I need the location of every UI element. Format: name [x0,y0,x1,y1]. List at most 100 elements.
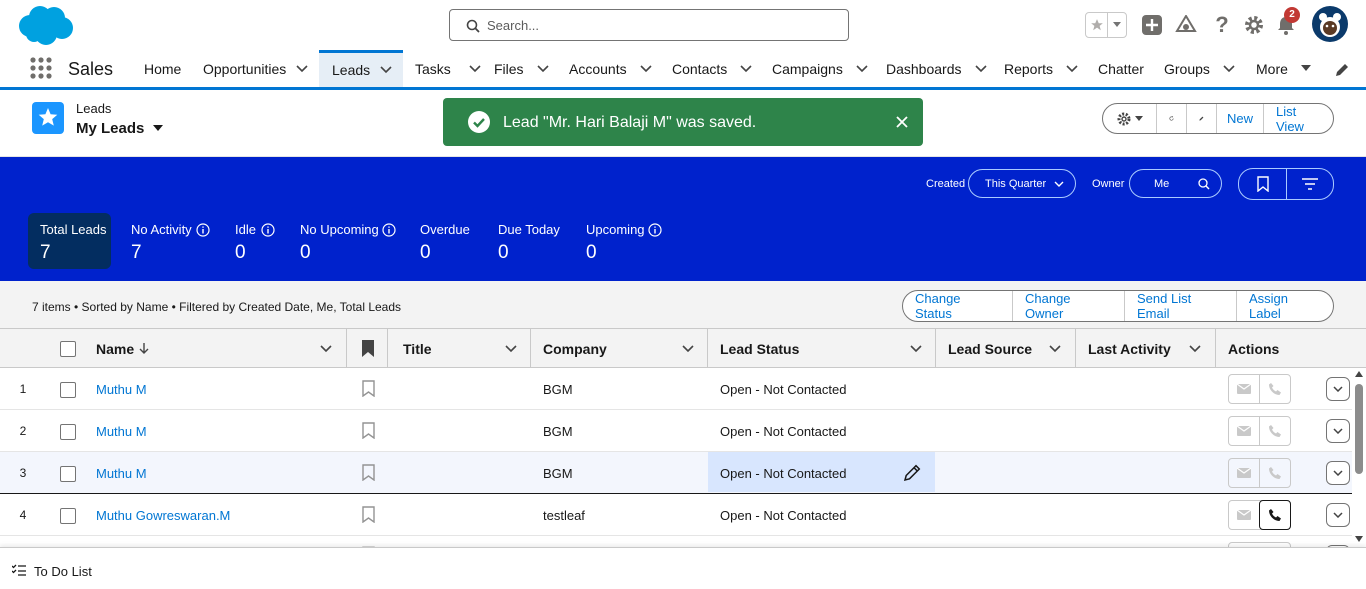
lead-name-link[interactable]: Muthu M [96,382,147,397]
assign-label-button[interactable]: Assign Label [1236,291,1333,321]
kpi-upcoming[interactable]: Upcoming 0 [574,213,674,269]
nav-item-files[interactable]: Files [494,50,549,87]
call-button[interactable] [1259,417,1290,445]
select-all-checkbox[interactable] [60,341,76,357]
nav-item-home[interactable]: Home [144,50,181,87]
favorites-button[interactable] [1085,12,1127,38]
nav-item-more[interactable]: More [1256,50,1311,87]
chevron-down-icon[interactable] [974,64,987,73]
chevron-down-icon[interactable] [682,344,694,353]
send-list-email-button[interactable]: Send List Email [1124,291,1236,321]
chevron-down-icon[interactable] [856,64,868,73]
list-view-button[interactable]: List View [1263,104,1333,133]
info-icon[interactable] [196,223,210,237]
nav-item-dashboards[interactable]: Dashboards [886,50,987,87]
nav-item-accounts[interactable]: Accounts [569,50,652,87]
kpi-no-activity[interactable]: No Activity 7 [119,213,219,269]
new-button[interactable]: New [1216,104,1263,133]
info-icon[interactable] [648,223,662,237]
call-button[interactable] [1259,500,1291,530]
scroll-down-arrow-icon[interactable] [1355,536,1363,542]
column-header-lead-source[interactable]: Lead Source [948,329,1075,368]
info-icon[interactable] [382,223,396,237]
chevron-down-icon[interactable] [296,64,308,73]
kpi-overdue[interactable]: Overdue 0 [408,213,478,269]
scroll-up-arrow-icon[interactable] [1355,371,1363,377]
trailhead-icon[interactable] [1174,13,1198,37]
close-icon[interactable] [896,116,908,128]
chevron-down-icon[interactable] [640,64,652,73]
list-view-selector[interactable]: My Leads [76,120,164,137]
inline-edit-button[interactable] [1186,104,1216,133]
nav-item-chatter[interactable]: Chatter [1098,50,1144,87]
lead-name-link[interactable]: Muthu M [96,466,147,481]
pencil-edit-icon[interactable] [903,463,922,482]
column-header-name[interactable]: Name [96,329,346,368]
lead-name-link[interactable]: Muthu M [96,424,147,439]
nav-item-opportunities[interactable]: Opportunities [203,50,308,87]
email-button[interactable] [1229,459,1259,487]
column-header-title[interactable]: Title [403,329,530,368]
global-search-input[interactable]: Search... [449,9,849,41]
refresh-button[interactable] [1156,104,1186,133]
chevron-down-icon[interactable] [1049,344,1061,353]
email-button[interactable] [1229,417,1259,445]
column-header-company[interactable]: Company [543,329,707,368]
bookmark-outline-icon[interactable] [362,506,375,523]
row-checkbox[interactable] [60,382,76,398]
row-actions-menu[interactable] [1326,461,1350,485]
chevron-down-icon[interactable] [1223,64,1235,73]
kpi-due-today[interactable]: Due Today 0 [486,213,566,269]
bookmark-outline-icon[interactable] [362,422,375,439]
bookmark-outline-icon[interactable] [362,380,375,397]
nav-item-reports[interactable]: Reports [1004,50,1078,87]
global-actions-icon[interactable] [1140,13,1164,37]
nav-item-leads[interactable]: Leads [319,50,403,87]
chevron-down-icon[interactable] [380,66,392,74]
kpi-no-upcoming[interactable]: No Upcoming 0 [288,213,403,269]
list-settings-button[interactable] [1103,104,1156,133]
email-button[interactable] [1229,375,1259,403]
nav-item-campaigns[interactable]: Campaigns [772,50,868,87]
column-header-lead-status[interactable]: Lead Status [720,329,935,368]
lead-name-link[interactable]: Muthu Gowreswaran.M [96,508,230,523]
email-button[interactable] [1229,501,1259,529]
row-actions-menu[interactable] [1326,377,1350,401]
chevron-down-icon[interactable] [469,64,481,73]
call-button[interactable] [1259,459,1290,487]
setup-gear-icon[interactable] [1242,13,1266,37]
kpi-idle[interactable]: Idle 0 [223,213,283,269]
app-launcher-icon[interactable] [29,56,53,80]
edit-nav-pencil-icon[interactable] [1334,62,1350,83]
change-owner-button[interactable]: Change Owner [1012,291,1124,321]
scrollbar-thumb[interactable] [1355,384,1363,474]
column-header-last-activity[interactable]: Last Activity [1088,329,1215,368]
row-actions-menu[interactable] [1326,419,1350,443]
bookmark-button[interactable] [1239,169,1287,199]
nav-item-contacts[interactable]: Contacts [672,50,752,87]
owner-filter-input[interactable]: Me [1129,169,1222,198]
chevron-down-icon[interactable] [740,64,752,73]
created-filter-dropdown[interactable]: This Quarter [968,169,1076,198]
info-icon[interactable] [261,223,275,237]
chevron-down-icon[interactable] [1066,64,1078,73]
row-checkbox[interactable] [60,508,76,524]
chevron-down-icon[interactable] [536,64,549,73]
change-status-button[interactable]: Change Status [903,291,1012,321]
kpi-total-leads[interactable]: Total Leads 7 [28,213,111,269]
user-avatar[interactable] [1312,6,1348,42]
chevron-down-icon[interactable] [320,344,332,353]
row-checkbox[interactable] [60,466,76,482]
salesforce-logo[interactable] [16,4,74,46]
chevron-down-icon[interactable] [505,344,517,353]
help-icon[interactable]: ? [1210,12,1234,37]
bookmark-outline-icon[interactable] [362,464,375,481]
row-checkbox[interactable] [60,424,76,440]
nav-item-tasks[interactable]: Tasks [415,50,481,87]
chevron-down-icon[interactable] [1189,344,1201,353]
filter-menu-button[interactable] [1287,169,1333,199]
table-scrollbar[interactable] [1352,368,1366,546]
nav-item-groups[interactable]: Groups [1164,50,1235,87]
chevron-down-icon[interactable] [910,344,922,353]
row-actions-menu[interactable] [1326,503,1350,527]
